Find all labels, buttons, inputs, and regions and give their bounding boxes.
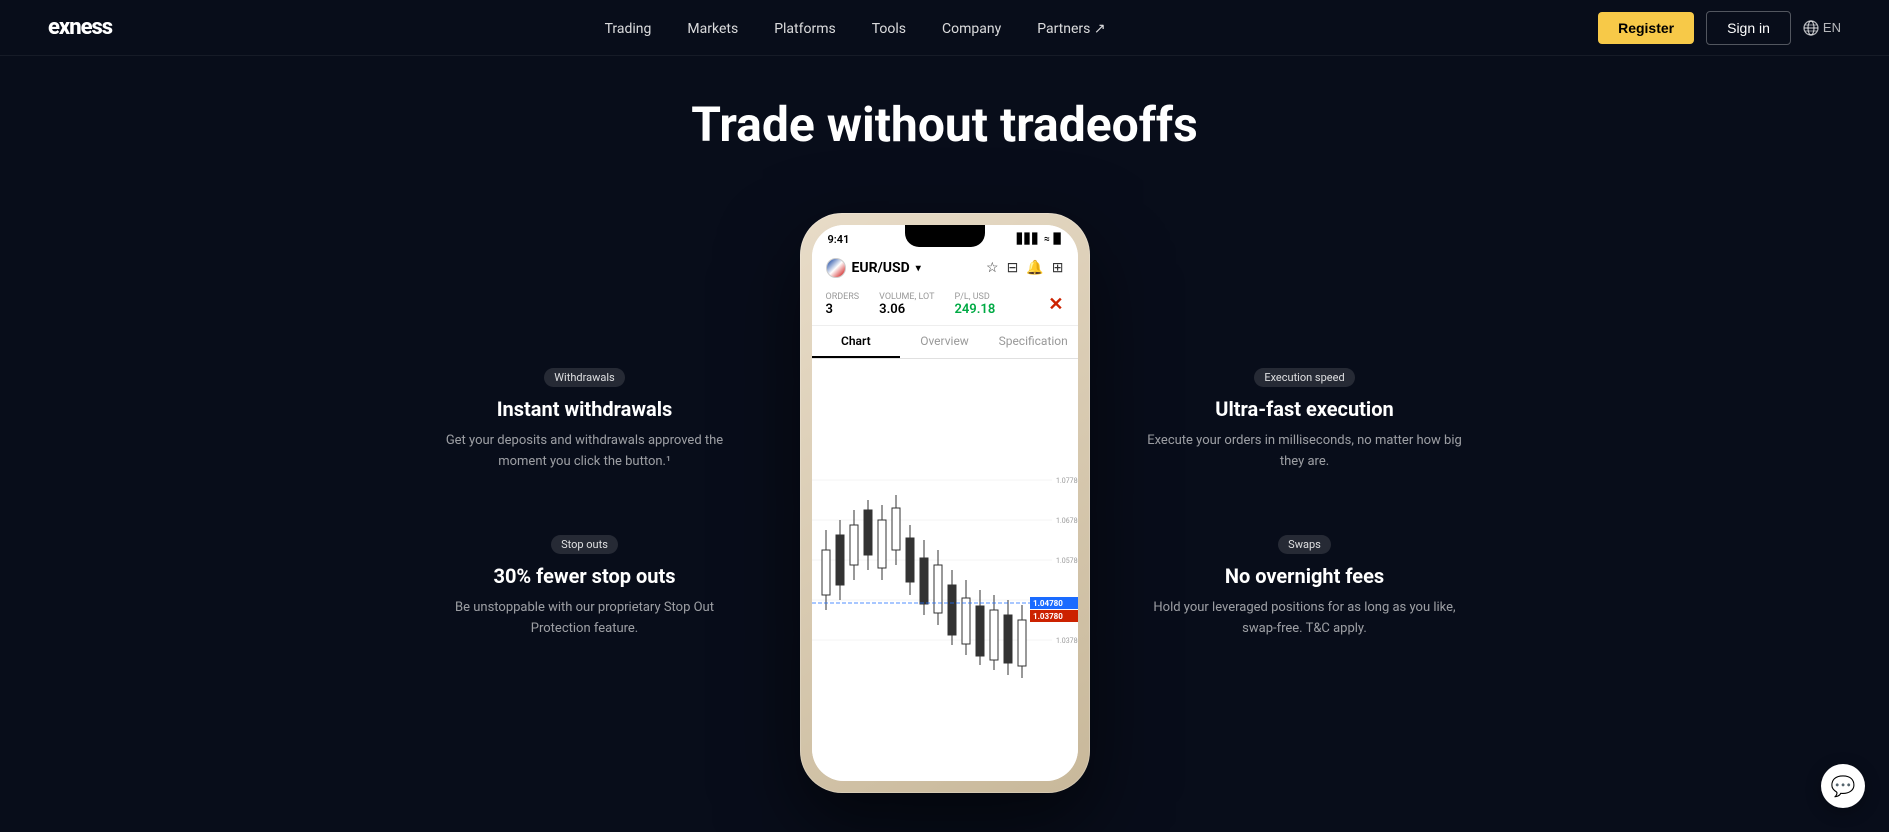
navbar: exness Trading Markets Platforms Tools C… xyxy=(0,0,1889,56)
orders-bar: ORDERS 3 VOLUME, LOT 3.06 P/L, USD 249.1… xyxy=(812,286,1078,326)
feature-swaps: Swaps No overnight fees Hold your levera… xyxy=(1145,533,1465,640)
right-features: Execution speed Ultra-fast execution Exe… xyxy=(1105,366,1575,639)
tab-overview[interactable]: Overview xyxy=(900,326,989,358)
hero-title: Trade without tradeoffs xyxy=(691,96,1198,153)
svg-text:1.06780: 1.06780 xyxy=(1056,517,1078,525)
tag-swaps: Swaps xyxy=(1278,535,1331,554)
feature-desc-withdrawals: Get your deposits and withdrawals approv… xyxy=(425,431,745,473)
orders-label: ORDERS xyxy=(826,292,860,302)
phone-screen: 9:41 ▋▋▋ ≈ ▉ EUR/USD ▾ xyxy=(812,225,1078,781)
close-order-button[interactable]: ✕ xyxy=(1048,294,1063,315)
nav-company[interactable]: Company xyxy=(942,21,1001,37)
candlestick-chart: 1.07780 1.06780 1.05780 1.04780 1.03780 xyxy=(812,359,1078,781)
dropdown-arrow: ▾ xyxy=(916,263,921,274)
phone-notch xyxy=(905,225,985,247)
nav-partners[interactable]: Partners ↗ xyxy=(1037,21,1105,37)
signal-icon: ▋▋▋ xyxy=(1017,234,1040,245)
status-icons: ▋▋▋ ≈ ▉ xyxy=(1017,234,1062,245)
language-button[interactable]: EN xyxy=(1803,20,1841,36)
logo[interactable]: exness xyxy=(48,15,112,40)
bell-icon[interactable]: 🔔 xyxy=(1026,260,1043,276)
volume-value: 3.06 xyxy=(879,302,934,317)
currency-pair[interactable]: EUR/USD ▾ xyxy=(826,258,921,278)
hero-section: Trade without tradeoffs Withdrawals Inst… xyxy=(0,56,1889,793)
feature-title-execution: Ultra-fast execution xyxy=(1145,397,1465,421)
orders-count: ORDERS 3 xyxy=(826,292,860,317)
svg-text:1.05780: 1.05780 xyxy=(1056,557,1078,565)
feature-title-stopouts: 30% fewer stop outs xyxy=(425,564,745,588)
nav-markets[interactable]: Markets xyxy=(687,21,738,37)
register-button[interactable]: Register xyxy=(1598,12,1694,44)
nav-links: Trading Markets Platforms Tools Company … xyxy=(605,18,1106,37)
volume-label: VOLUME, LOT xyxy=(879,292,934,302)
chart-area: 1.07780 1.06780 1.05780 1.04780 1.03780 xyxy=(812,359,1078,781)
tag-stopouts: Stop outs xyxy=(551,535,618,554)
globe-icon xyxy=(1803,20,1819,36)
pnl-label: P/L, USD xyxy=(954,292,995,302)
feature-title-swaps: No overnight fees xyxy=(1145,564,1465,588)
phone-header-icons: ☆ ⊟ 🔔 ⊞ xyxy=(986,260,1063,276)
battery-icon: ▉ xyxy=(1054,234,1062,245)
svg-text:1.03780: 1.03780 xyxy=(1033,612,1063,621)
tag-execution: Execution speed xyxy=(1254,368,1354,387)
feature-desc-stopouts: Be unstoppable with our proprietary Stop… xyxy=(425,598,745,640)
content-row: Withdrawals Instant withdrawals Get your… xyxy=(295,213,1595,793)
pnl-item: P/L, USD 249.18 xyxy=(954,292,995,317)
orders-value: 3 xyxy=(826,302,860,317)
phone-tabs: Chart Overview Specification xyxy=(812,326,1078,359)
phone-device: 9:41 ▋▋▋ ≈ ▉ EUR/USD ▾ xyxy=(800,213,1090,793)
feature-desc-swaps: Hold your leveraged positions for as lon… xyxy=(1145,598,1465,640)
tag-withdrawals: Withdrawals xyxy=(544,368,624,387)
feature-desc-execution: Execute your orders in milliseconds, no … xyxy=(1145,431,1465,473)
nav-tools[interactable]: Tools xyxy=(872,21,906,37)
feature-stopouts: Stop outs 30% fewer stop outs Be unstopp… xyxy=(425,533,745,640)
signin-button[interactable]: Sign in xyxy=(1706,11,1791,45)
feature-withdrawals: Withdrawals Instant withdrawals Get your… xyxy=(425,366,745,473)
chat-bubble[interactable]: 💬 xyxy=(1821,764,1865,808)
svg-text:1.04780: 1.04780 xyxy=(1033,599,1063,608)
lang-label: EN xyxy=(1823,20,1841,35)
nav-platforms[interactable]: Platforms xyxy=(774,21,836,37)
svg-text:1.07780: 1.07780 xyxy=(1056,477,1078,485)
tab-chart[interactable]: Chart xyxy=(812,326,901,358)
feature-execution: Execution speed Ultra-fast execution Exe… xyxy=(1145,366,1465,473)
currency-pair-label: EUR/USD xyxy=(852,260,910,276)
menu-icon[interactable]: ⊞ xyxy=(1052,260,1064,276)
star-icon[interactable]: ☆ xyxy=(986,260,999,276)
chat-icon: 💬 xyxy=(1831,774,1856,798)
tab-specification[interactable]: Specification xyxy=(989,326,1078,358)
feature-title-withdrawals: Instant withdrawals xyxy=(425,397,745,421)
nav-right: Register Sign in EN xyxy=(1598,11,1841,45)
pnl-value: 249.18 xyxy=(954,302,995,317)
currency-flag xyxy=(826,258,846,278)
left-features: Withdrawals Instant withdrawals Get your… xyxy=(315,366,785,639)
phone-header: EUR/USD ▾ ☆ ⊟ 🔔 ⊞ xyxy=(812,250,1078,286)
svg-text:1.03780: 1.03780 xyxy=(1056,637,1078,645)
volume-item: VOLUME, LOT 3.06 xyxy=(879,292,934,317)
briefcase-icon[interactable]: ⊟ xyxy=(1007,260,1019,276)
nav-trading[interactable]: Trading xyxy=(605,21,652,37)
phone-mockup: 9:41 ▋▋▋ ≈ ▉ EUR/USD ▾ xyxy=(785,213,1105,793)
phone-time: 9:41 xyxy=(828,233,850,246)
wifi-icon: ≈ xyxy=(1044,234,1050,245)
